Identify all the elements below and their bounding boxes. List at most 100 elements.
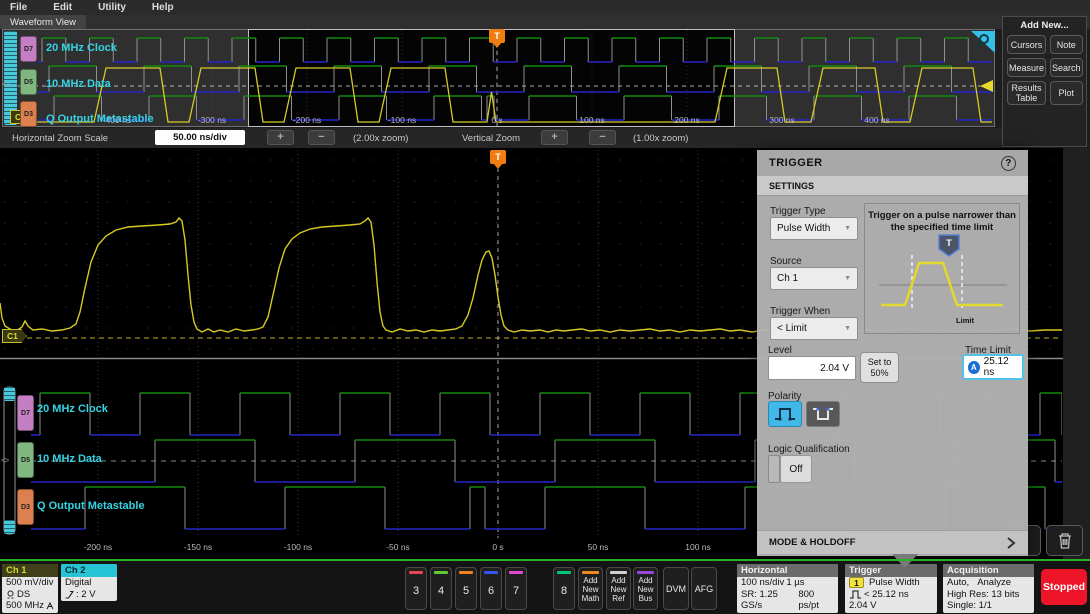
set-to-50-button[interactable]: Set to 50% bbox=[860, 352, 899, 383]
ch2-badge[interactable]: Ch 2 Digital : 2 V bbox=[61, 564, 117, 601]
channel-6-button[interactable]: 6 bbox=[480, 567, 502, 610]
axis-tick-label: 0 s bbox=[492, 542, 504, 552]
positive-pulse-icon bbox=[775, 408, 795, 421]
overview-trigger-flag[interactable]: T bbox=[489, 29, 505, 48]
channel-color-stripe bbox=[409, 571, 423, 574]
digital-handle-grip-top[interactable] bbox=[4, 387, 15, 401]
h-zoom-plus-button[interactable]: + bbox=[267, 130, 294, 145]
v-zoom-minus-button[interactable]: − bbox=[589, 130, 616, 145]
tab-waveform-view[interactable]: Waveform View bbox=[0, 15, 86, 29]
axis-tick-label: 100 ns bbox=[685, 542, 711, 552]
trigger-badge[interactable]: Trigger 1 Pulse Width < 25.12 ns 2.04 V bbox=[845, 564, 937, 613]
ch2-badge-header: Ch 2 bbox=[61, 564, 117, 577]
trigger-level-arrow[interactable] bbox=[980, 80, 993, 92]
polarity-negative-button[interactable] bbox=[806, 401, 840, 427]
status-divider-line bbox=[0, 559, 1090, 561]
add-new-measure-button[interactable]: Measure bbox=[1007, 58, 1047, 77]
add-new-cursors-button[interactable]: Cursors bbox=[1007, 35, 1047, 54]
set-to-line2: 50% bbox=[870, 367, 889, 378]
axis-tick-label: -50 ns bbox=[386, 542, 410, 552]
digital-badge-d7[interactable]: D7 bbox=[20, 36, 37, 62]
horizontal-row1: 100 ns/div 1 µs bbox=[741, 577, 805, 588]
knob-a-icon: A bbox=[968, 360, 980, 374]
trigger-row1: 1 Pulse Width bbox=[845, 577, 937, 589]
axis-tick-label: -300 ns bbox=[197, 115, 227, 125]
v-zoom-label: Vertical Zoom bbox=[462, 133, 521, 144]
menu-utility[interactable]: Utility bbox=[98, 2, 126, 13]
channel-8-button[interactable]: 8 bbox=[553, 567, 575, 610]
digital-badge-d3[interactable]: D3 bbox=[17, 489, 34, 525]
add-color-stripe bbox=[637, 571, 654, 574]
digital-badge-d5[interactable]: D5 bbox=[17, 442, 34, 478]
main-trigger-flag[interactable]: T bbox=[490, 150, 506, 169]
source-dropdown[interactable]: Ch 1 ▼ bbox=[770, 267, 858, 290]
horizontal-row3: RL: 1.25 kpts50% bbox=[737, 612, 838, 613]
channel-4-button[interactable]: 4 bbox=[430, 567, 452, 610]
horizontal-row2: SR: 1.25 GS/s 800 ps/pt bbox=[741, 588, 819, 612]
digital-badge-d5[interactable]: D5 bbox=[20, 69, 37, 95]
add-new-search-button[interactable]: Search bbox=[1050, 58, 1083, 77]
polarity-positive-button[interactable] bbox=[768, 401, 802, 427]
ch2-threshold: : 2 V bbox=[61, 589, 117, 601]
trigger-info-text: Trigger on a pulse narrower than the spe… bbox=[868, 210, 1016, 233]
axis-tick-label: 400 ns bbox=[864, 115, 890, 125]
h-zoom-minus-button[interactable]: − bbox=[308, 130, 335, 145]
horizontal-badge-header: Horizontal bbox=[737, 564, 838, 577]
digital-badge-d3[interactable]: D3 bbox=[20, 101, 37, 127]
add-new-math-button[interactable]: Add New Math bbox=[578, 567, 603, 610]
add-new-ref-button[interactable]: Add New Ref bbox=[606, 567, 631, 610]
axis-tick-label: -100 ns bbox=[283, 542, 313, 552]
mode-holdoff-bar[interactable]: MODE & HOLDOFF bbox=[757, 530, 1028, 554]
axis-tick-label: -200 ns bbox=[83, 542, 113, 552]
time-limit-input[interactable]: A 25.12 ns bbox=[962, 354, 1024, 380]
coupling-icon bbox=[7, 590, 14, 599]
dvm-button[interactable]: DVM bbox=[663, 567, 689, 610]
afg-button[interactable]: AFG bbox=[691, 567, 717, 610]
status-bar: Ch 1 500 mV/div DS 500 MHz Ch 2 Digital … bbox=[0, 561, 1090, 614]
settings-tab[interactable]: SETTINGS bbox=[757, 176, 1028, 196]
ch1-badge[interactable]: Ch 1 500 mV/div DS 500 MHz bbox=[2, 564, 58, 613]
axis-tick-label: -100 ns bbox=[387, 115, 417, 125]
h-zoom-scale-input[interactable]: 50.00 ns/div bbox=[155, 130, 245, 145]
trash-button[interactable] bbox=[1046, 525, 1083, 556]
add-new-results-table-button[interactable]: Results Table bbox=[1007, 81, 1047, 105]
menu-help[interactable]: Help bbox=[152, 2, 174, 13]
channel-3-button[interactable]: 3 bbox=[405, 567, 427, 610]
digital-badge-d7[interactable]: D7 bbox=[17, 395, 34, 431]
menu-file[interactable]: File bbox=[10, 2, 27, 13]
trigger-source-chip: 1 bbox=[849, 577, 864, 589]
trash-icon bbox=[1058, 532, 1071, 549]
oscilloscope-screen: File Edit Utility Help Waveform View T T <>… bbox=[0, 0, 1090, 614]
channel-color-stripe bbox=[484, 571, 498, 574]
h-zoom-factor: (2.00x zoom) bbox=[353, 133, 409, 144]
add-new-plot-button[interactable]: Plot bbox=[1050, 81, 1083, 105]
v-zoom-plus-button[interactable]: + bbox=[541, 130, 568, 145]
mode-holdoff-label: MODE & HOLDOFF bbox=[769, 537, 856, 548]
trigger-type-label: Trigger Type bbox=[770, 206, 826, 217]
trigger-type-dropdown[interactable]: Pulse Width ▼ bbox=[770, 217, 858, 240]
help-icon[interactable]: ? bbox=[1001, 155, 1016, 171]
channel-color-stripe bbox=[434, 571, 448, 574]
add-new-bus-button[interactable]: Add New Bus bbox=[633, 567, 658, 610]
trigger-when-dropdown[interactable]: < Limit ▼ bbox=[770, 317, 858, 340]
acquisition-badge-header: Acquisition bbox=[943, 564, 1034, 577]
digital-handle-grip-bottom[interactable] bbox=[4, 520, 15, 534]
add-new-note-button[interactable]: Note bbox=[1050, 35, 1083, 54]
channel-label: 10 MHz Data bbox=[37, 453, 102, 465]
channel-5-button[interactable]: 5 bbox=[455, 567, 477, 610]
h-zoom-scale-label: Horizontal Zoom Scale bbox=[12, 133, 109, 144]
dropdown-caret-icon: ▼ bbox=[844, 225, 851, 232]
horizontal-badge[interactable]: Horizontal 100 ns/div 1 µs SR: 1.25 GS/s 8… bbox=[737, 564, 838, 613]
channel-7-button[interactable]: 7 bbox=[505, 567, 527, 610]
menu-edit[interactable]: Edit bbox=[53, 2, 72, 13]
axis-tick-label: -150 ns bbox=[183, 542, 213, 552]
channel-label: Q Output Metastable bbox=[46, 113, 154, 125]
level-input[interactable]: 2.04 V bbox=[768, 356, 856, 380]
acquisition-badge[interactable]: Acquisition Auto, Analyze High Res: 13 bi… bbox=[943, 564, 1034, 613]
logic-off-button[interactable]: Off bbox=[780, 455, 812, 483]
axis-tick-label: 100 ns bbox=[579, 115, 605, 125]
channel-color-stripe bbox=[557, 571, 571, 574]
stopped-button[interactable]: Stopped bbox=[1041, 569, 1087, 605]
channel-label: 20 MHz Clock bbox=[37, 403, 108, 415]
logic-toggle-tab[interactable] bbox=[768, 455, 780, 483]
